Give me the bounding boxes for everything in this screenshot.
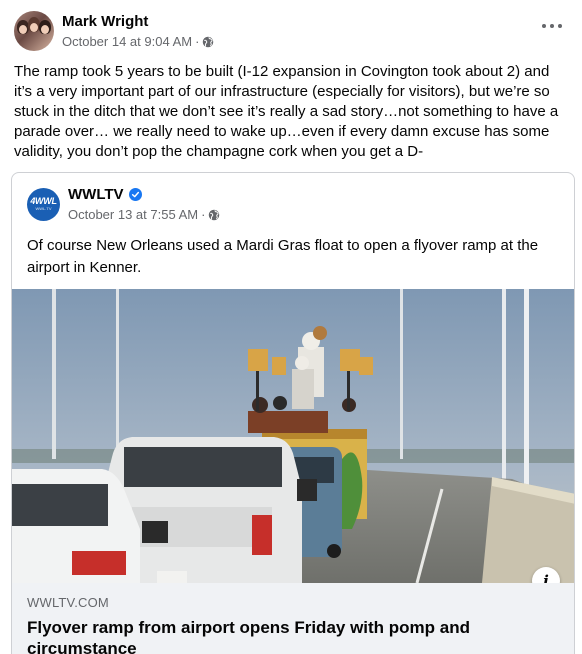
wwltv-logo-text: 4WWL <box>30 196 57 206</box>
post-text: The ramp took 5 years to be built (I-12 … <box>14 63 559 160</box>
wwltv-logo-subtext: WWL.TV <box>35 206 52 211</box>
meta-separator: · <box>195 34 200 49</box>
link-domain: WWLTV.COM <box>27 595 109 610</box>
shared-page-name[interactable]: WWLTV <box>68 185 124 204</box>
shared-post-card[interactable]: 4WWL WWL.TV WWLTV October 13 at 7:55 AM … <box>11 172 575 654</box>
shared-meta-separator: · <box>201 207 206 222</box>
wwltv-logo[interactable]: 4WWL WWL.TV <box>27 187 60 221</box>
verified-badge-icon <box>128 188 142 201</box>
link-preview-footer[interactable]: WWLTV.COM Flyover ramp from airport open… <box>12 583 574 654</box>
shared-post-timestamp[interactable]: October 13 at 7:55 AM <box>68 206 198 223</box>
post-meta: October 14 at 9:04 AM · <box>62 33 214 50</box>
shared-post-meta: October 13 at 7:55 AM · <box>68 206 220 223</box>
shared-page-name-row: WWLTV <box>68 185 220 204</box>
shared-post-header: 4WWL WWL.TV WWLTV October 13 at 7:55 AM … <box>27 185 220 223</box>
author-avatar[interactable] <box>14 11 54 51</box>
author-name[interactable]: Mark Wright <box>62 12 214 31</box>
globe-icon <box>203 36 214 47</box>
link-preview-image[interactable] <box>12 289 574 583</box>
post-header: Mark Wright October 14 at 9:04 AM · <box>14 11 214 51</box>
more-options-icon[interactable] <box>542 22 562 30</box>
shared-post-text: Of course New Orleans used a Mardi Gras … <box>27 237 539 276</box>
globe-icon <box>209 209 220 220</box>
flyover-ramp-photo <box>12 289 574 583</box>
post-timestamp[interactable]: October 14 at 9:04 AM <box>62 33 192 50</box>
link-title[interactable]: Flyover ramp from airport opens Friday w… <box>27 617 537 654</box>
